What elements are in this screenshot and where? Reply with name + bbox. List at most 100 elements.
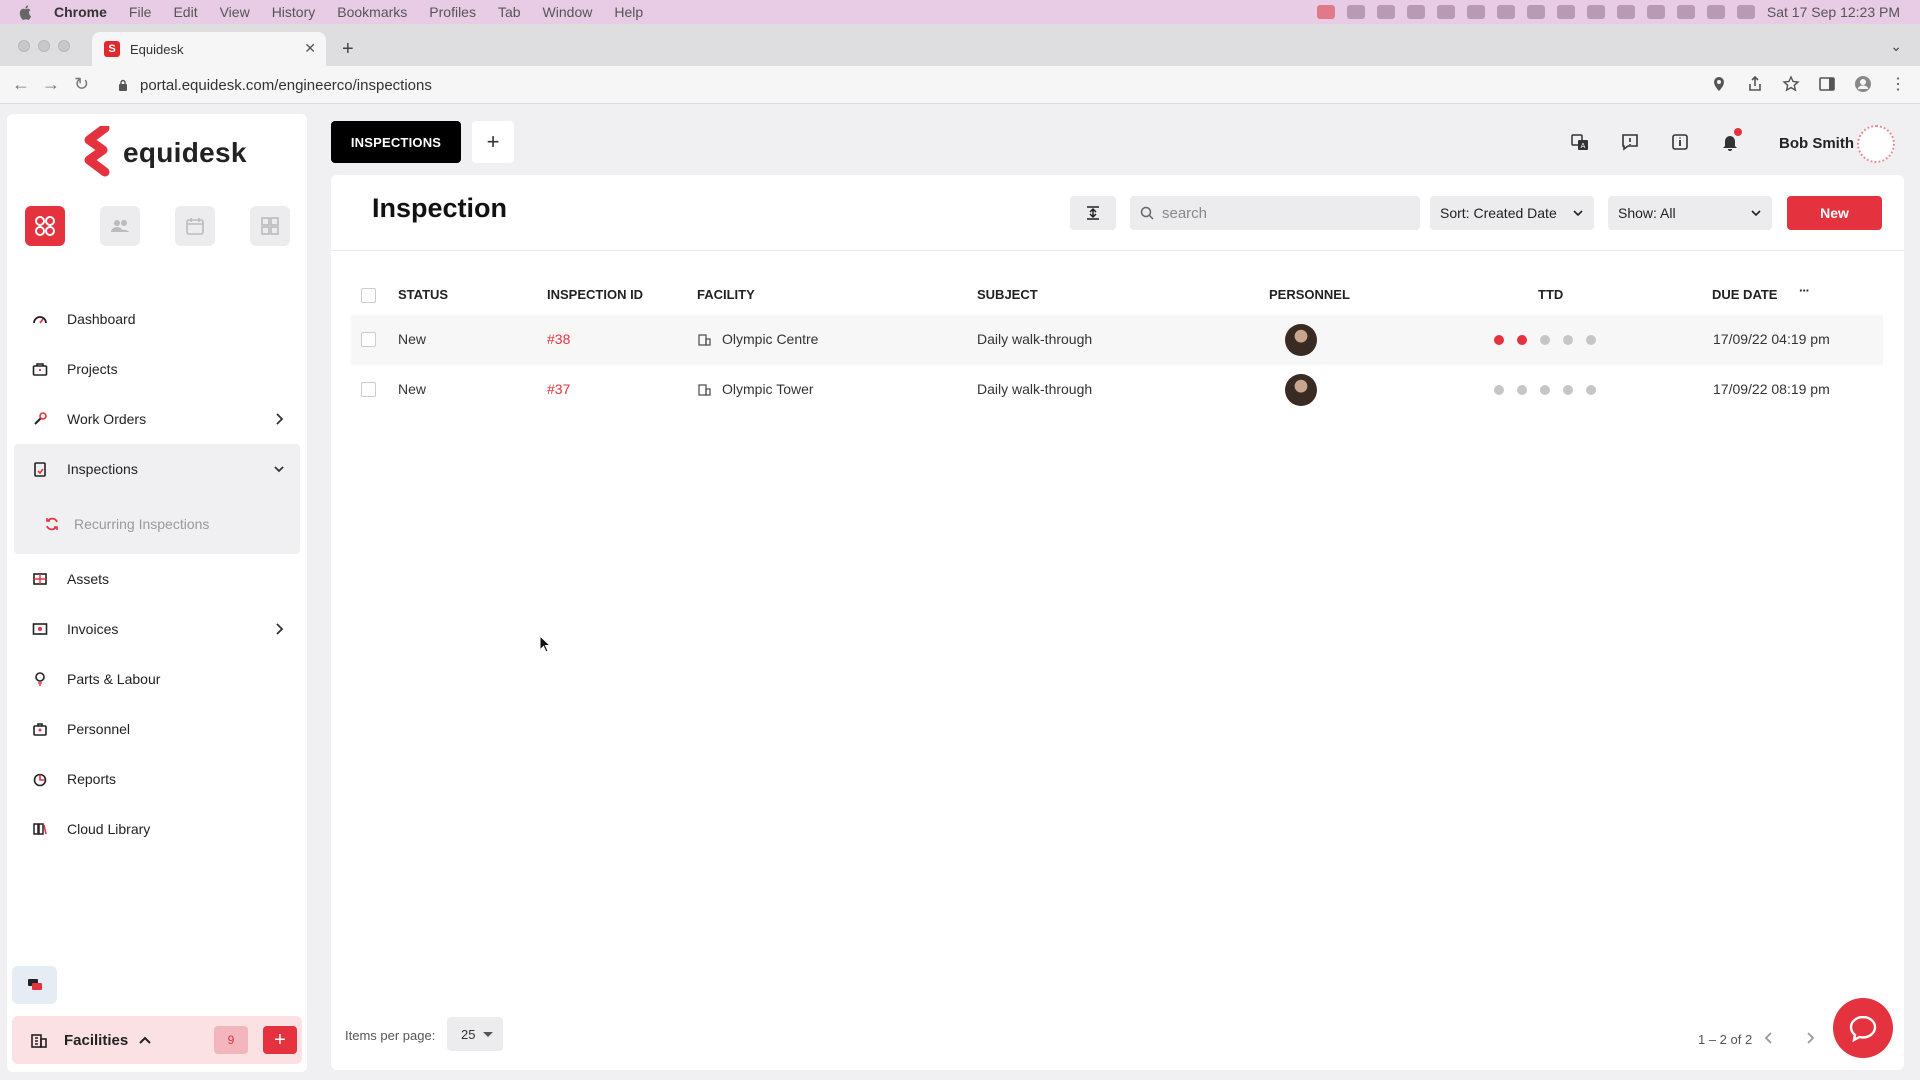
add-facility-button[interactable]: + [263,1026,297,1054]
maximize-window-button[interactable] [58,40,70,52]
user-name[interactable]: Bob Smith [1779,135,1854,152]
personnel-avatar[interactable] [1285,374,1317,406]
expand-collapse-button[interactable] [1070,196,1116,230]
chat-bubble-icon[interactable] [1620,132,1640,152]
sidebar-item-assets[interactable]: Assets [7,554,307,604]
chevron-down-icon[interactable] [273,461,285,477]
menu-help[interactable]: Help [614,4,643,20]
column-ttd[interactable]: TTD [1538,287,1563,302]
next-page-icon[interactable] [1802,1030,1818,1046]
support-chat-button[interactable] [1833,998,1893,1058]
facilities-count-badge[interactable]: 9 [214,1026,248,1054]
add-tab-button[interactable]: + [472,121,514,163]
volume-icon[interactable] [1556,5,1575,19]
side-panel-icon[interactable] [1818,75,1836,93]
table-row[interactable]: New #37 Olympic Tower Daily walk-through… [351,365,1883,415]
cloud-icon[interactable] [1406,5,1425,19]
row-inspection-id-link[interactable]: #37 [547,381,570,397]
menu-history[interactable]: History [272,4,316,20]
status-app-icon[interactable] [1316,5,1335,19]
list-icon[interactable] [1526,5,1545,19]
sidebar-item-cloud-library[interactable]: Cloud Library [7,804,307,854]
menu-edit[interactable]: Edit [173,4,197,20]
back-arrow-icon[interactable]: ← [12,74,30,95]
tab-inspections[interactable]: INSPECTIONS [331,121,461,163]
browser-tab-equidesk[interactable]: S Equidesk ✕ [92,32,326,66]
search-input[interactable] [1162,204,1402,222]
keyboard-icon[interactable] [1616,5,1635,19]
creative-cloud-icon[interactable] [1496,5,1515,19]
notifications-bell[interactable] [1720,128,1742,152]
people-button[interactable] [100,206,140,246]
reload-icon[interactable]: ↻ [74,74,89,95]
menu-window[interactable]: Window [543,4,593,20]
close-window-button[interactable] [18,40,30,52]
menu-profiles[interactable]: Profiles [429,4,476,20]
address-bar[interactable]: portal.equidesk.com/engineerco/inspectio… [106,71,1796,99]
info-icon[interactable] [1670,132,1690,152]
column-due-date[interactable]: DUE DATE [1712,287,1777,302]
forward-arrow-icon[interactable]: → [42,74,60,95]
chevron-right-icon[interactable] [273,621,285,637]
dashboard-layout-button[interactable] [250,206,290,246]
menu-app-name[interactable]: Chrome [54,4,107,20]
row-checkbox[interactable] [361,332,376,347]
cloud-sync-icon[interactable] [1436,5,1455,19]
row-facility[interactable]: Olympic Tower [722,381,814,397]
row-checkbox[interactable] [361,382,376,397]
menu-file[interactable]: File [129,4,152,20]
browser-menu-icon[interactable]: ⋮ [1890,74,1906,94]
modules-grid-button[interactable] [25,206,65,246]
status-s-icon[interactable] [1346,5,1365,19]
menu-tab[interactable]: Tab [498,4,521,20]
sidebar-item-reports[interactable]: Reports [7,754,307,804]
new-inspection-button[interactable]: New [1787,196,1882,230]
status-circle-icon[interactable] [1376,5,1395,19]
select-all-checkbox[interactable] [361,288,376,303]
chevron-up-icon[interactable] [138,1035,152,1045]
translate-icon[interactable]: A [1570,132,1590,152]
new-tab-button[interactable]: + [342,38,354,61]
user-avatar[interactable] [1857,125,1895,163]
chevron-right-icon[interactable] [273,411,285,427]
row-inspection-id-link[interactable]: #38 [547,331,570,347]
tab-search-chevron-icon[interactable]: ⌄ [1890,38,1902,55]
sidebar-item-projects[interactable]: Projects [7,344,307,394]
sidebar-item-parts-labour[interactable]: Parts & Labour [7,654,307,704]
sidebar-item-invoices[interactable]: Invoices [7,604,307,654]
share-icon[interactable] [1746,75,1764,93]
sidebar-item-inspections[interactable]: Inspections [14,444,300,494]
messages-button[interactable] [12,966,57,1004]
items-per-page-select[interactable]: 25 [447,1017,503,1051]
personnel-avatar[interactable] [1285,324,1317,356]
show-filter-dropdown[interactable]: Show: All [1608,196,1772,230]
sort-dropdown[interactable]: Sort: Created Date [1430,196,1594,230]
column-inspection-id[interactable]: INSPECTION ID [547,287,643,302]
play-icon[interactable] [1586,5,1605,19]
equidesk-logo[interactable]: equidesk [81,126,247,180]
sidebar-item-personnel[interactable]: Personnel [7,704,307,754]
drop-icon[interactable] [1466,5,1485,19]
row-facility[interactable]: Olympic Centre [722,331,818,347]
column-facility[interactable]: FACILITY [697,287,755,302]
column-status[interactable]: STATUS [398,287,448,302]
more-options-icon[interactable]: ··· [1799,283,1810,298]
menu-view[interactable]: View [220,4,250,20]
control-center-icon[interactable] [1706,5,1725,19]
siri-icon[interactable] [1736,5,1755,19]
apple-icon[interactable] [18,4,34,20]
search-box[interactable] [1130,196,1420,230]
menubar-clock[interactable]: Sat 17 Sep 12:23 PM [1767,4,1900,20]
calendar-button[interactable] [175,206,215,246]
bookmark-star-icon[interactable] [1782,75,1800,93]
minimize-window-button[interactable] [38,40,50,52]
sidebar-item-work-orders[interactable]: Work Orders [7,394,307,444]
previous-page-icon[interactable] [1761,1030,1777,1046]
close-tab-icon[interactable]: ✕ [304,40,316,57]
column-subject[interactable]: SUBJECT [977,287,1038,302]
menu-bookmarks[interactable]: Bookmarks [337,4,407,20]
location-pin-icon[interactable] [1710,75,1728,93]
wifi-icon[interactable] [1646,5,1665,19]
profile-icon[interactable] [1854,75,1872,93]
sidebar-subitem-recurring-inspections[interactable]: Recurring Inspections [14,494,300,554]
